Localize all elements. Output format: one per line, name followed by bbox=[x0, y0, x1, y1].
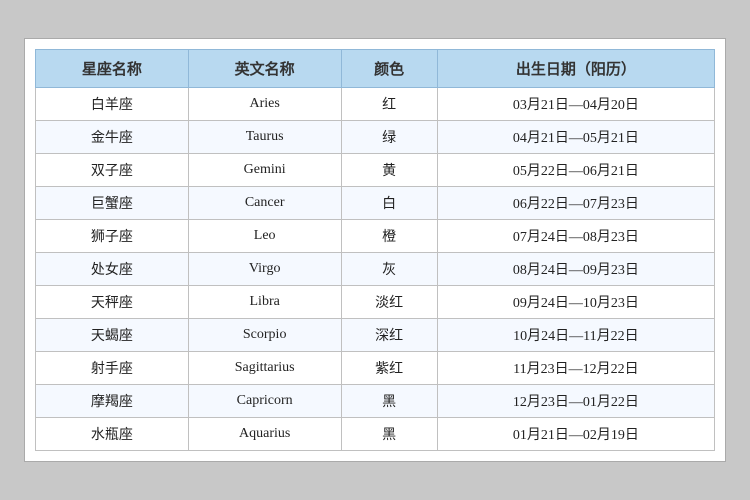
table-cell-r9-c3: 12月23日—01月22日 bbox=[437, 385, 714, 418]
table-cell-r7-c1: Scorpio bbox=[188, 319, 341, 352]
table-cell-r6-c0: 天秤座 bbox=[36, 286, 189, 319]
table-cell-r5-c3: 08月24日—09月23日 bbox=[437, 253, 714, 286]
table-cell-r10-c2: 黑 bbox=[341, 418, 437, 451]
table-cell-r1-c0: 金牛座 bbox=[36, 121, 189, 154]
column-header-3: 出生日期（阳历） bbox=[437, 50, 714, 88]
table-cell-r2-c1: Gemini bbox=[188, 154, 341, 187]
table-cell-r7-c3: 10月24日—11月22日 bbox=[437, 319, 714, 352]
zodiac-table: 星座名称英文名称颜色出生日期（阳历） 白羊座Aries红03月21日—04月20… bbox=[35, 49, 715, 451]
table-cell-r4-c2: 橙 bbox=[341, 220, 437, 253]
table-cell-r4-c0: 狮子座 bbox=[36, 220, 189, 253]
table-cell-r1-c1: Taurus bbox=[188, 121, 341, 154]
column-header-0: 星座名称 bbox=[36, 50, 189, 88]
table-cell-r3-c3: 06月22日—07月23日 bbox=[437, 187, 714, 220]
table-cell-r0-c0: 白羊座 bbox=[36, 88, 189, 121]
table-cell-r10-c1: Aquarius bbox=[188, 418, 341, 451]
table-cell-r10-c3: 01月21日—02月19日 bbox=[437, 418, 714, 451]
table-cell-r7-c0: 天蝎座 bbox=[36, 319, 189, 352]
table-cell-r0-c1: Aries bbox=[188, 88, 341, 121]
table-cell-r5-c0: 处女座 bbox=[36, 253, 189, 286]
table-cell-r7-c2: 深红 bbox=[341, 319, 437, 352]
table-row: 巨蟹座Cancer白06月22日—07月23日 bbox=[36, 187, 715, 220]
table-row: 白羊座Aries红03月21日—04月20日 bbox=[36, 88, 715, 121]
table-cell-r0-c2: 红 bbox=[341, 88, 437, 121]
table-cell-r9-c2: 黑 bbox=[341, 385, 437, 418]
table-cell-r6-c1: Libra bbox=[188, 286, 341, 319]
column-header-2: 颜色 bbox=[341, 50, 437, 88]
table-cell-r4-c1: Leo bbox=[188, 220, 341, 253]
table-cell-r3-c2: 白 bbox=[341, 187, 437, 220]
table-cell-r1-c3: 04月21日—05月21日 bbox=[437, 121, 714, 154]
table-cell-r4-c3: 07月24日—08月23日 bbox=[437, 220, 714, 253]
table-cell-r6-c2: 淡红 bbox=[341, 286, 437, 319]
table-cell-r10-c0: 水瓶座 bbox=[36, 418, 189, 451]
table-row: 天秤座Libra淡红09月24日—10月23日 bbox=[36, 286, 715, 319]
table-row: 双子座Gemini黄05月22日—06月21日 bbox=[36, 154, 715, 187]
table-cell-r9-c0: 摩羯座 bbox=[36, 385, 189, 418]
table-cell-r8-c1: Sagittarius bbox=[188, 352, 341, 385]
table-header-row: 星座名称英文名称颜色出生日期（阳历） bbox=[36, 50, 715, 88]
column-header-1: 英文名称 bbox=[188, 50, 341, 88]
table-cell-r6-c3: 09月24日—10月23日 bbox=[437, 286, 714, 319]
table-cell-r1-c2: 绿 bbox=[341, 121, 437, 154]
table-cell-r2-c0: 双子座 bbox=[36, 154, 189, 187]
table-cell-r2-c2: 黄 bbox=[341, 154, 437, 187]
table-cell-r8-c2: 紫红 bbox=[341, 352, 437, 385]
table-cell-r5-c2: 灰 bbox=[341, 253, 437, 286]
table-cell-r0-c3: 03月21日—04月20日 bbox=[437, 88, 714, 121]
table-cell-r3-c1: Cancer bbox=[188, 187, 341, 220]
table-row: 天蝎座Scorpio深红10月24日—11月22日 bbox=[36, 319, 715, 352]
zodiac-table-wrapper: 星座名称英文名称颜色出生日期（阳历） 白羊座Aries红03月21日—04月20… bbox=[24, 38, 726, 462]
table-row: 水瓶座Aquarius黑01月21日—02月19日 bbox=[36, 418, 715, 451]
table-row: 处女座Virgo灰08月24日—09月23日 bbox=[36, 253, 715, 286]
table-cell-r2-c3: 05月22日—06月21日 bbox=[437, 154, 714, 187]
table-body: 白羊座Aries红03月21日—04月20日金牛座Taurus绿04月21日—0… bbox=[36, 88, 715, 451]
table-row: 摩羯座Capricorn黑12月23日—01月22日 bbox=[36, 385, 715, 418]
table-cell-r8-c3: 11月23日—12月22日 bbox=[437, 352, 714, 385]
table-row: 金牛座Taurus绿04月21日—05月21日 bbox=[36, 121, 715, 154]
table-cell-r8-c0: 射手座 bbox=[36, 352, 189, 385]
table-row: 射手座Sagittarius紫红11月23日—12月22日 bbox=[36, 352, 715, 385]
table-cell-r5-c1: Virgo bbox=[188, 253, 341, 286]
table-cell-r3-c0: 巨蟹座 bbox=[36, 187, 189, 220]
table-row: 狮子座Leo橙07月24日—08月23日 bbox=[36, 220, 715, 253]
table-cell-r9-c1: Capricorn bbox=[188, 385, 341, 418]
